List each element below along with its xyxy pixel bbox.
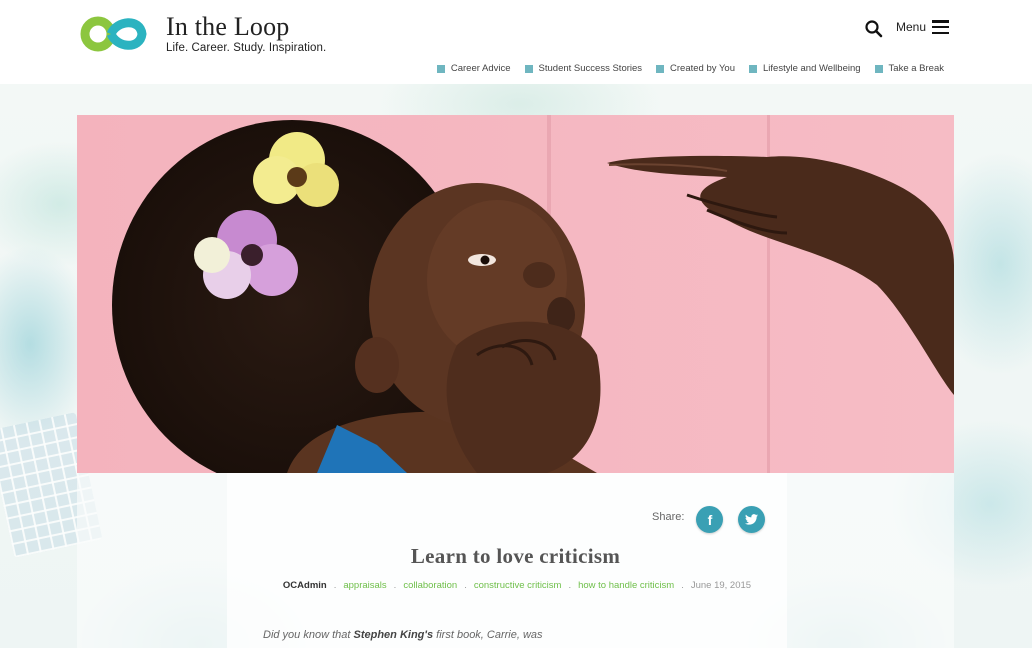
site-tagline: Life. Career. Study. Inspiration. [166,42,327,54]
nav-item-lifestyle-wellbeing[interactable]: Lifestyle and Wellbeing [749,63,861,74]
facebook-icon: f [707,511,713,528]
nav-item-student-success-stories[interactable]: Student Success Stories [524,63,643,74]
excerpt-text: first book, Carrie, was [433,629,543,641]
article-meta: OCAdmin. appraisals. collaboration. constru… [282,580,752,591]
menu-button[interactable]: Menu [896,20,950,34]
nav-label: Career Advice [450,63,511,74]
nav-item-created-by-you[interactable]: Created by You [656,63,735,74]
menu-label: Menu [896,20,927,34]
excerpt-text: Did you know that [263,629,354,641]
publish-date: June 19, 2015 [690,580,752,591]
twitter-share-button[interactable] [738,506,766,533]
tag-link[interactable]: appraisals [343,580,386,591]
author-link[interactable]: OCAdmin [283,580,327,591]
nav-item-take-a-break[interactable]: Take a Break [874,63,944,74]
share-bar: Share: f [652,506,780,533]
share-label: Share: [652,510,685,523]
nav-label: Take a Break [888,63,944,74]
tag-link[interactable]: how to handle criticism [578,580,674,591]
facebook-share-button[interactable]: f [696,506,724,533]
nav-label: Lifestyle and Wellbeing [763,63,861,74]
square-bullet-icon [749,64,758,73]
twitter-icon [745,514,759,525]
category-nav: Career Advice Student Success Stories Cr… [436,63,944,74]
site-logo[interactable]: In the Loop Life. Career. Study. Inspira… [80,14,326,54]
tag-link[interactable]: constructive criticism [474,580,562,591]
article-title: Learn to love criticism [410,544,621,568]
nav-label: Created by You [670,63,736,74]
site-title: In the Loop [166,12,290,41]
search-icon [865,20,883,38]
search-button[interactable] [864,19,884,39]
square-bullet-icon [656,64,665,73]
article-excerpt: Did you know that Stephen King's first b… [263,629,783,641]
logo-loop-icon [80,16,147,52]
hero-image [77,115,954,473]
nav-label: Student Success Stories [538,63,643,74]
hamburger-icon [932,20,950,34]
tag-link[interactable]: collaboration [403,580,457,591]
nav-item-career-advice[interactable]: Career Advice [436,63,511,74]
hero-illustration [77,115,954,473]
article-card: Share: f Learn to love criticism OCAdmin… [77,473,954,648]
square-bullet-icon [874,64,883,73]
square-bullet-icon [524,64,533,73]
excerpt-bold: Stephen King's [353,629,434,641]
site-header: In the Loop Life. Career. Study. Inspira… [0,0,1032,84]
square-bullet-icon [436,64,445,73]
